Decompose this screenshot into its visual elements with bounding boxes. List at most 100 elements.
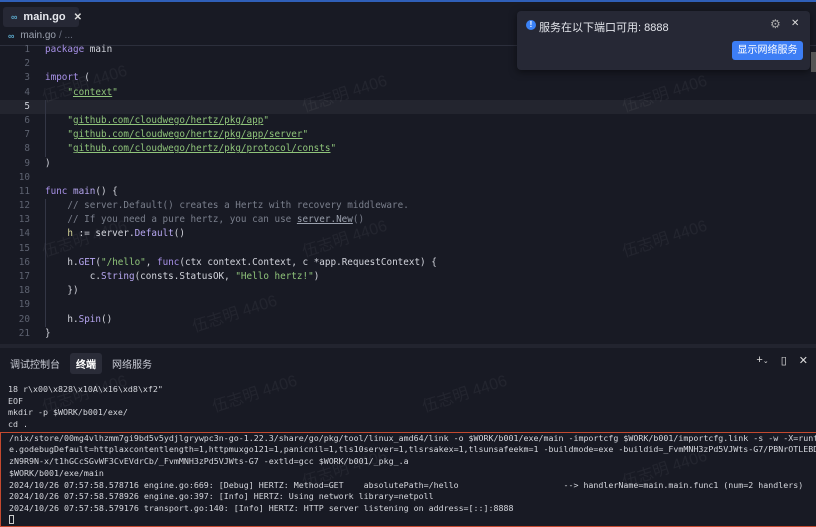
- code-line[interactable]: 15: [0, 242, 816, 256]
- code-line[interactable]: 11 func main() {: [0, 185, 816, 199]
- new-terminal-icon[interactable]: +⌄: [756, 354, 768, 367]
- code-line[interactable]: 20 h.Spin(): [0, 313, 816, 327]
- scrollbar[interactable]: [811, 52, 816, 72]
- gear-icon[interactable]: ⚙: [770, 17, 781, 31]
- code-line[interactable]: 3 import (: [0, 71, 816, 85]
- code-line[interactable]: 6 "github.com/cloudwego/hertz/pkg/app": [0, 114, 816, 128]
- code-line[interactable]: 21}: [0, 327, 816, 341]
- code-line[interactable]: 19: [0, 298, 816, 312]
- line-number: 2: [24, 58, 30, 70]
- code-token: := server.: [73, 228, 135, 240]
- code-token: ": [112, 86, 118, 98]
- code-token: ): [313, 271, 320, 282]
- code-token: func: [45, 185, 73, 197]
- close-panel-icon[interactable]: ✕: [799, 354, 808, 367]
- code-token: Default: [134, 228, 174, 240]
- show-network-services-button[interactable]: 显示网络服务: [732, 41, 803, 60]
- line-number: 20: [18, 313, 30, 325]
- line-number: 4: [24, 86, 30, 98]
- code-token: (ctx context.Context, c *app.RequestCont…: [179, 256, 437, 268]
- line-number: 19: [18, 299, 30, 311]
- code-token: h.: [67, 256, 79, 268]
- code-token: h.: [67, 313, 79, 325]
- line-number: 5: [24, 100, 30, 112]
- tab-main-go[interactable]: ∞ main.go ✕: [3, 7, 82, 27]
- line-number: 18: [18, 285, 30, 297]
- code-token: github.com/cloudwego/hertz/pkg/protocol/…: [73, 143, 331, 155]
- terminal-line: /nix/store/00mg4vlhzmm7gi9bd5v5ydjlgrywp…: [9, 432, 816, 443]
- terminal-output[interactable]: 18 r\x00\x828\x10A\x16\xd8\xf2" EOF mkdir …: [0, 384, 816, 527]
- tab-debug-console[interactable]: 调试控制台: [4, 353, 66, 374]
- breadcrumb: ∞ main.go / ...: [8, 30, 73, 41]
- line-number: 8: [24, 143, 30, 155]
- code-token: ": [330, 143, 337, 155]
- terminal-line: EOF: [8, 395, 23, 406]
- code-line[interactable]: 7 "github.com/cloudwego/hertz/pkg/app/se…: [0, 128, 816, 142]
- breadcrumb-rest[interactable]: / ...: [59, 30, 73, 41]
- terminal-line: zN9R9N-x/t1hGCcSGvWF3CvEVdrCb/_FvmMNH3zP…: [9, 456, 409, 467]
- code-line[interactable]: 4 "context": [0, 86, 816, 100]
- panel-divider[interactable]: [0, 344, 816, 348]
- code-line[interactable]: 14 h := server.Default(): [0, 227, 816, 241]
- code-editor[interactable]: 1 package main 2 3 import (4 "context" 5 6 "gi…: [0, 43, 816, 341]
- terminal-prompt[interactable]: [1, 514, 816, 527]
- line-number: 9: [24, 157, 30, 169]
- code-line[interactable]: 5: [0, 99, 816, 114]
- terminal-line: mkdir -p $WORK/b001/exe/: [8, 407, 128, 418]
- line-number: 16: [18, 256, 30, 268]
- code-token: server.New: [296, 214, 353, 226]
- code-token: ": [263, 114, 269, 126]
- tab-label: main.go: [23, 11, 66, 23]
- terminal-line: cd .: [8, 419, 28, 430]
- code-line[interactable]: 12 // server.Default() creates a Hertz w…: [0, 199, 816, 213]
- indent-guide: [45, 199, 46, 327]
- terminal-line: 2024/10/26 07:57:58.578926 engine.go:397…: [9, 491, 434, 502]
- split-icon[interactable]: ▯: [781, 354, 787, 367]
- code-token: (: [84, 72, 90, 84]
- code-line[interactable]: 10: [0, 171, 816, 185]
- terminal-line: 2024/10/26 07:57:58.578716 engine.go:669…: [9, 479, 804, 490]
- code-token: GET: [78, 256, 96, 268]
- code-token: github.com/cloudwego/hertz/pkg/app: [73, 114, 264, 126]
- code-line[interactable]: 8 "github.com/cloudwego/hertz/pkg/protoc…: [0, 142, 816, 156]
- line-number: 1: [24, 44, 30, 55]
- panel-tabs: 调试控制台 终端 网络服务: [4, 353, 162, 374]
- line-number: 10: [18, 171, 30, 183]
- code-line[interactable]: 18 }): [0, 284, 816, 298]
- code-token: package: [45, 44, 90, 55]
- line-number: 12: [18, 200, 30, 212]
- breadcrumb-file[interactable]: main.go: [20, 30, 56, 41]
- close-icon[interactable]: ✕: [791, 18, 799, 29]
- panel-actions: +⌄ ▯ ✕: [756, 354, 808, 367]
- code-line[interactable]: 13 // If you need a pure hertz, you can …: [0, 213, 816, 227]
- tab-terminal[interactable]: 终端: [70, 353, 102, 374]
- close-tab-icon[interactable]: ✕: [74, 12, 82, 23]
- indent-guide: [45, 100, 46, 157]
- code-token: context: [73, 86, 113, 98]
- line-number: 11: [18, 185, 30, 197]
- tab-network-services[interactable]: 网络服务: [106, 353, 158, 374]
- code-token: import: [45, 72, 85, 84]
- go-file-icon: ∞: [11, 12, 18, 22]
- code-token: () {: [95, 185, 118, 197]
- line-number: 15: [18, 242, 30, 254]
- code-line[interactable]: 9): [0, 157, 816, 171]
- line-number: 7: [24, 129, 30, 141]
- code-token: "Hello hertz!": [235, 271, 314, 282]
- terminal-line: $WORK/b001/exe/main: [9, 467, 104, 478]
- code-token: (): [100, 313, 113, 325]
- code-line[interactable]: 16 h.GET("/hello", func(ctx context.Cont…: [0, 256, 816, 270]
- terminal-line: e.godebugDefault=httplaxcontentlength=1,…: [9, 444, 816, 455]
- code-line[interactable]: 17 c.String(consts.StatusOK, "Hello hert…: [0, 270, 816, 284]
